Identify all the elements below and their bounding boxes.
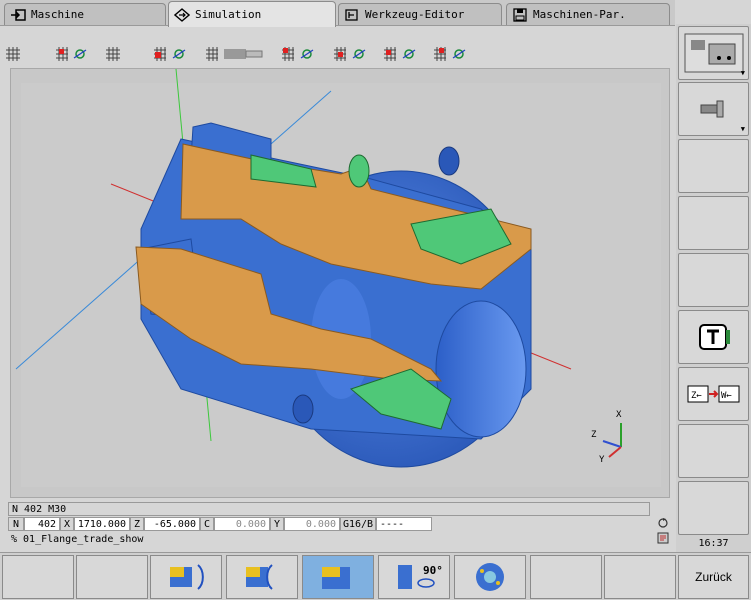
y-value: 0.000 (284, 517, 340, 531)
wire-part-icon (476, 563, 504, 591)
grid-view-icon[interactable] (6, 45, 20, 63)
empty-key-4[interactable] (678, 196, 749, 250)
floppy-disk-icon (511, 7, 529, 22)
empty-key-9[interactable] (678, 481, 749, 535)
tab-label: Maschinen-Par. (533, 8, 626, 21)
axes-triad: X Z Y (589, 410, 629, 465)
tab-bar: Maschine Simulation Werkzeug-Editor Masc… (0, 0, 675, 27)
z-value: -65.000 (144, 517, 200, 531)
rotate-part-icon (246, 564, 273, 590)
bottom-softkey-bar: 90° Zurück (0, 552, 751, 600)
grid-view-icon[interactable] (106, 45, 120, 63)
svg-text:W←: W← (721, 391, 732, 401)
rotate-90-key[interactable]: 90° (378, 555, 450, 599)
status-panel: N 402 M30 N 402 X 1710.000 Z -65.000 C 0… (8, 500, 672, 548)
tab-maschine[interactable]: Maschine (4, 3, 166, 25)
x-label: X (60, 517, 74, 531)
triad-x-label: X (616, 410, 622, 420)
tool-icon (700, 100, 723, 118)
zero-shift-key[interactable]: Z← W← (678, 367, 749, 421)
grid-axes-view-icon[interactable] (384, 45, 418, 63)
flange-hole (438, 146, 460, 176)
empty-bottom-key-1[interactable] (2, 555, 74, 599)
arrow-into-box-icon (9, 8, 27, 22)
tab-simulation[interactable]: Simulation (168, 1, 336, 27)
clock: 16:37 (698, 537, 729, 549)
section-part-icon (322, 567, 350, 589)
chevron-down-icon: ▼ (740, 125, 745, 133)
settings-icon[interactable] (657, 532, 669, 544)
tool-key[interactable]: ▼ (678, 82, 749, 136)
empty-bottom-key-9[interactable] (604, 555, 676, 599)
tool-editor-icon (343, 8, 361, 22)
position-row: N 402 X 1710.000 Z -65.000 C 0.000 Y 0.0… (8, 517, 432, 531)
tab-werkzeug-editor[interactable]: Werkzeug-Editor (338, 3, 502, 25)
tab-label: Simulation (195, 8, 262, 21)
triad-y-label: Y (599, 455, 605, 465)
triad-z-label: Z (591, 430, 597, 440)
x-value: 1710.000 (74, 517, 130, 531)
grid-axes-view-icon[interactable] (434, 45, 468, 63)
g-label: G16/B (340, 517, 376, 531)
grid-axes-view-icon[interactable] (282, 45, 316, 63)
chevron-down-icon: ▼ (740, 69, 745, 77)
bore (435, 300, 527, 438)
grid-axes-view-icon[interactable] (154, 45, 188, 63)
c-value: 0.000 (214, 517, 270, 531)
n-label: N (8, 517, 24, 531)
machine-view-key[interactable]: ▼ (678, 26, 749, 80)
tab-maschinen-par[interactable]: Maschinen-Par. (506, 3, 670, 25)
program-name: % 01_Flange_trade_show (8, 532, 208, 546)
simulation-3d-view[interactable]: X Z Y (10, 68, 670, 498)
empty-bottom-key-2[interactable] (76, 555, 148, 599)
empty-bottom-key-8[interactable] (530, 555, 602, 599)
rotate-view-key[interactable] (150, 555, 222, 599)
g-value: ---- (376, 517, 432, 531)
rotate-90-label: 90° (423, 564, 443, 577)
z-label: Z (130, 517, 144, 531)
program-row: % 01_Flange_trade_show (8, 532, 208, 546)
grid-axes-view-icon[interactable] (56, 45, 88, 63)
n-value: 402 (24, 517, 60, 531)
toolholder-view-icon[interactable] (206, 45, 266, 63)
rotate-view-key-2[interactable] (226, 555, 298, 599)
nc-line-row: N 402 M30 (8, 502, 650, 516)
tab-label: Werkzeug-Editor (365, 8, 465, 21)
flange-hole (292, 394, 314, 424)
wire-view-key[interactable] (454, 555, 526, 599)
back-button[interactable]: Zurück (678, 555, 749, 599)
rotate-part-icon (170, 564, 204, 590)
empty-key-3[interactable] (678, 139, 749, 193)
y-label: Y (270, 517, 284, 531)
section-view-key[interactable] (302, 555, 374, 599)
empty-key-8[interactable] (678, 424, 749, 478)
empty-key-5[interactable] (678, 253, 749, 307)
c-label: C (200, 517, 214, 531)
t-tool-icon (698, 324, 730, 350)
tab-label: Maschine (31, 8, 84, 21)
diamond-arrow-icon (173, 7, 191, 22)
view-toolbar (0, 42, 675, 66)
refresh-icon[interactable] (657, 517, 669, 529)
nc-line: N 402 M30 (8, 502, 650, 516)
grid-axes-view-icon[interactable] (334, 45, 368, 63)
workpiece-render (15, 69, 661, 487)
tool-table-key[interactable] (678, 310, 749, 364)
machine-icon (684, 33, 743, 73)
z-to-w-icon: Z← W← (687, 385, 739, 403)
svg-text:Z←: Z← (691, 391, 702, 401)
right-softkey-bar: ▼ ▼ Z← W← (676, 24, 751, 552)
